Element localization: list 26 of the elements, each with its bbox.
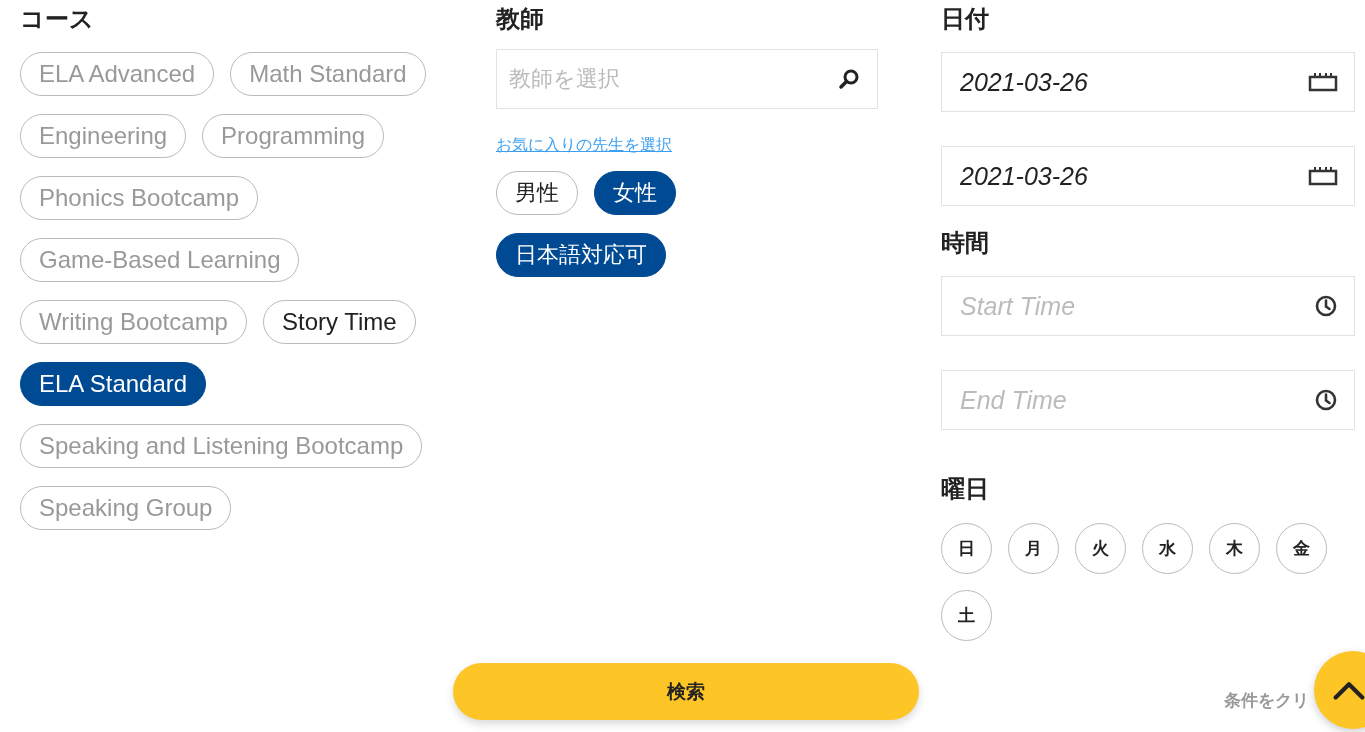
- weekday-toggle[interactable]: 日: [941, 523, 992, 574]
- weekday-toggle[interactable]: 土: [941, 590, 992, 641]
- teacher-filter-chip[interactable]: 男性: [496, 171, 578, 215]
- search-button[interactable]: 検索: [453, 663, 919, 720]
- teacher-filter-chip[interactable]: 女性: [594, 171, 676, 215]
- section-heading: 曜日: [941, 474, 989, 505]
- calendar-icon: [1308, 166, 1338, 186]
- calendar-icon: [1308, 72, 1338, 92]
- weekday-toggle[interactable]: 水: [1142, 523, 1193, 574]
- section-heading: 日付: [941, 4, 989, 35]
- course-chip[interactable]: ELA Standard: [20, 362, 207, 406]
- search-icon: [837, 67, 861, 91]
- date-field[interactable]: 2021-03-26: [941, 146, 1355, 206]
- section-heading: 時間: [941, 228, 989, 259]
- weekday-toggle[interactable]: 月: [1008, 523, 1059, 574]
- caret-up-icon: [1332, 680, 1365, 700]
- section-heading: 教師: [496, 4, 544, 35]
- clock-icon: [1314, 388, 1338, 412]
- course-chip[interactable]: Story Time: [262, 300, 416, 344]
- teacher-filter-chip[interactable]: 日本語対応可: [496, 233, 666, 277]
- section-heading: コース: [20, 4, 94, 35]
- weekday-toggle[interactable]: 火: [1075, 523, 1126, 574]
- weekday-toggle[interactable]: 金: [1276, 523, 1327, 574]
- date-field[interactable]: 2021-03-26: [941, 52, 1355, 112]
- weekday-toggle[interactable]: 木: [1209, 523, 1260, 574]
- clock-icon: [1314, 294, 1338, 318]
